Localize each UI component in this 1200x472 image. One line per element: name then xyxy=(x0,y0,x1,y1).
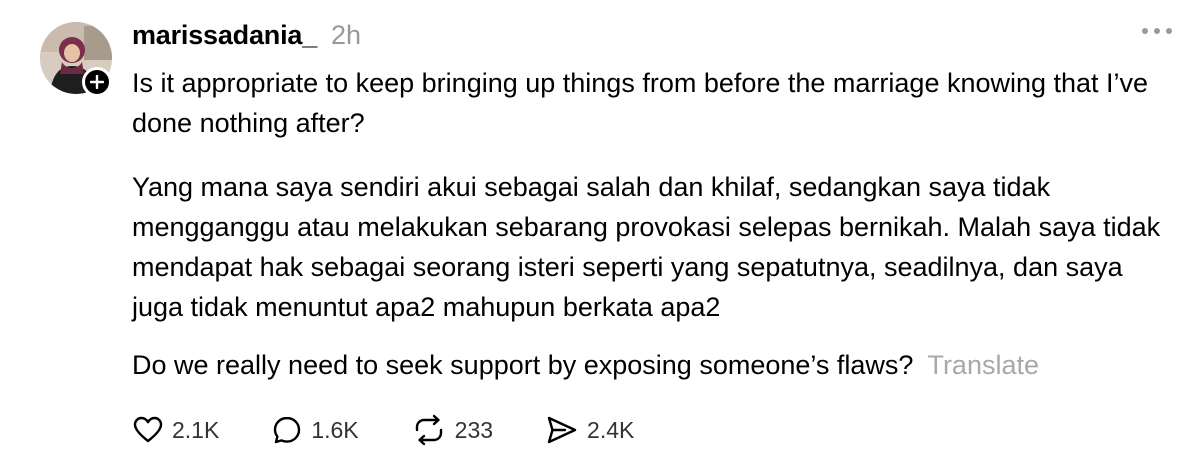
repost-button[interactable]: 233 xyxy=(411,414,493,446)
username-link[interactable]: marissadania_ xyxy=(132,20,317,51)
post-text-closing-sentence: Do we really need to seek support by exp… xyxy=(132,350,914,380)
reply-count: 1.6K xyxy=(311,416,359,443)
repost-count: 233 xyxy=(454,416,494,443)
post-header: marissadania_ 2h xyxy=(132,20,361,51)
share-button[interactable]: 2.4K xyxy=(545,414,634,446)
like-button[interactable]: 2.1K xyxy=(132,414,219,446)
share-count: 2.4K xyxy=(587,416,635,443)
follow-plus-icon[interactable] xyxy=(82,67,112,97)
send-icon xyxy=(547,416,577,444)
translate-link[interactable]: Translate xyxy=(927,350,1039,380)
heart-icon xyxy=(133,416,163,443)
reply-button[interactable]: 1.6K xyxy=(271,414,359,446)
more-options-icon[interactable] xyxy=(1142,28,1172,34)
comment-icon xyxy=(274,416,301,444)
post-text-malay: Yang mana saya sendiri akui sebagai sala… xyxy=(132,172,1161,322)
like-count: 2.1K xyxy=(172,416,220,443)
post-text-question: Is it appropriate to keep bringing up th… xyxy=(132,68,1149,138)
action-bar: 2.1K 1.6K 233 2.4K xyxy=(132,410,634,450)
post-text-closing: Do we really need to seek support by exp… xyxy=(132,345,1172,385)
post-timestamp[interactable]: 2h xyxy=(331,20,361,51)
thread-post: marissadania_ 2h Is it appropriate to ke… xyxy=(0,0,1200,472)
avatar-container[interactable] xyxy=(40,22,112,97)
repost-icon xyxy=(415,414,442,446)
post-body: Is it appropriate to keep bringing up th… xyxy=(132,63,1172,385)
